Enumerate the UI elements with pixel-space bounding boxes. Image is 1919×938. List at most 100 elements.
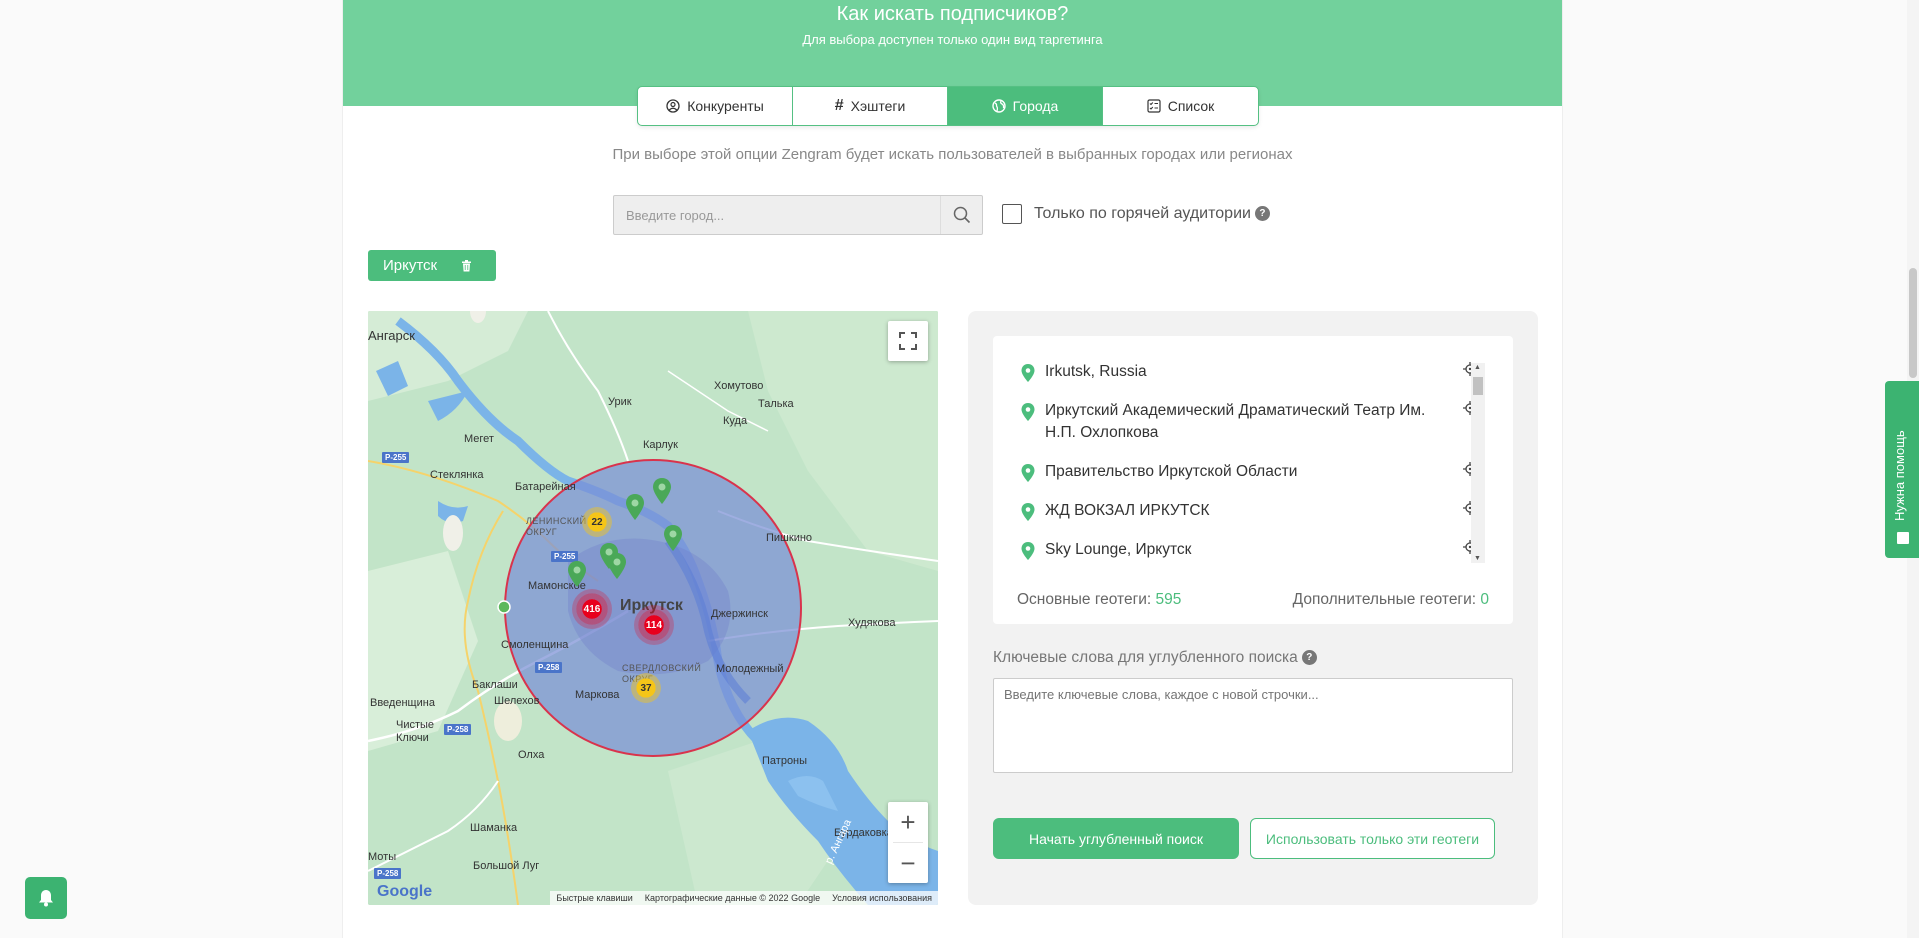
- map-label-baklashi: Баклаши: [472, 679, 518, 691]
- trash-icon[interactable]: [461, 259, 472, 272]
- tab-hashtags[interactable]: # Хэштеги: [793, 87, 948, 125]
- map-label-shelekhov: Шелехов: [494, 695, 540, 707]
- map-label-shamanka: Шаманка: [470, 822, 518, 834]
- map-pin-icon[interactable]: [567, 561, 587, 587]
- list-item[interactable]: Иркутский Академический Драматический Те…: [1013, 400, 1479, 444]
- scroll-down-icon[interactable]: ▼: [1474, 555, 1481, 562]
- place-name: Irkutsk, Russia: [1045, 363, 1147, 380]
- minus-icon: −: [900, 847, 916, 878]
- map-cluster[interactable]: 416: [572, 589, 612, 629]
- map-shortcuts-link[interactable]: Быстрые клавиши: [556, 893, 632, 903]
- map-pin-icon[interactable]: [625, 494, 645, 520]
- map-attribution: Быстрые клавиши Картографические данные …: [550, 891, 938, 905]
- places-list[interactable]: Irkutsk, Russia Иркутский Академический …: [1013, 361, 1479, 566]
- place-name: Иркутский Академический Драматический Те…: [1045, 402, 1426, 441]
- help-question-icon[interactable]: ?: [1301, 650, 1317, 666]
- map-label-patrony: Патроны: [762, 755, 808, 767]
- deep-search-button[interactable]: Начать углубленный поиск: [993, 818, 1239, 859]
- tab-list[interactable]: Список: [1103, 87, 1258, 125]
- map-label-talka: Талька: [758, 398, 794, 410]
- map-pin-icon[interactable]: [663, 525, 683, 551]
- tab-cities[interactable]: Города: [948, 87, 1103, 125]
- zoom-in-button[interactable]: +: [888, 802, 928, 842]
- banner-subtitle: Для выбора доступен только один вид тарг…: [802, 32, 1103, 47]
- map[interactable]: Ангарск Урик Хомутово Талька Куда Карлук…: [368, 311, 938, 905]
- fullscreen-icon: [899, 332, 917, 350]
- fullscreen-button[interactable]: [888, 321, 928, 361]
- map-label-urik: Урик: [608, 396, 632, 408]
- map-terms-link[interactable]: Условия использования: [832, 893, 932, 903]
- keywords-label: Ключевые слова для углубленного поиска?: [993, 649, 1317, 667]
- location-pin-icon: [1021, 403, 1035, 421]
- main-geotags-count: 595: [1155, 591, 1182, 608]
- extra-geotags-label: Дополнительные геотеги:: [1292, 591, 1477, 608]
- list-item[interactable]: Irkutsk, Russia: [1013, 361, 1479, 383]
- page-scrollbar-thumb[interactable]: [1909, 268, 1917, 378]
- map-label-pishkino: Пишкино: [766, 532, 813, 544]
- city-search-input[interactable]: [614, 196, 940, 234]
- map-label-olkha: Олха: [518, 749, 545, 761]
- tab-label: Хэштеги: [850, 98, 906, 114]
- map-label-kuda: Куда: [723, 415, 748, 427]
- plus-icon: +: [900, 806, 916, 837]
- road-shield: P-258: [535, 662, 563, 673]
- use-only-geotags-button[interactable]: Использовать только эти геотеги: [1250, 818, 1495, 859]
- location-pin-icon: [1021, 464, 1035, 482]
- place-name: Правительство Иркутской Области: [1045, 463, 1298, 480]
- places-scrollbar[interactable]: ▲ ▼: [1471, 363, 1485, 563]
- location-pin-icon: [1021, 364, 1035, 382]
- geotags-panel: Irkutsk, Russia Иркутский Академический …: [968, 311, 1538, 905]
- road-shield: P-258: [374, 868, 402, 879]
- keywords-input[interactable]: [993, 678, 1513, 773]
- zoom-out-button[interactable]: −: [888, 843, 928, 883]
- map-label-khudyakova: Худякова: [848, 617, 896, 629]
- map-label-angarsk: Ангарск: [368, 328, 415, 343]
- hot-audience-label: Только по горячей аудитории?: [1034, 205, 1270, 223]
- map-label-leninsky: ЛЕНИНСКИЙ ОКРУГ: [526, 516, 587, 537]
- notifications-button[interactable]: [25, 877, 67, 919]
- selected-city-label: Иркутск: [383, 257, 438, 274]
- list-item[interactable]: Правительство Иркутской Области: [1013, 461, 1479, 483]
- map-data-credit: Картографические данные © 2022 Google: [644, 893, 821, 903]
- help-widget-label: Нужна помощь: [1892, 430, 1907, 521]
- road-shield: P-255: [382, 452, 410, 463]
- help-widget-tab[interactable]: Нужна помощь: [1885, 381, 1919, 558]
- map-label-meget: Мегет: [464, 433, 494, 445]
- map-label-bolshoy-lug: Большой Луг: [473, 860, 540, 872]
- chevron-icon: [1897, 532, 1909, 544]
- tab-label: Конкуренты: [687, 98, 764, 114]
- map-pin-icon[interactable]: [652, 478, 672, 504]
- geotag-stats: Основные геотеги: 595 Дополнительные гео…: [1017, 591, 1489, 609]
- map-cluster[interactable]: 37: [631, 673, 661, 703]
- map-label-smolenshchina: Смоленщина: [501, 639, 569, 651]
- main-geotags-label: Основные геотеги:: [1017, 591, 1152, 608]
- location-pin-icon: [1021, 542, 1035, 560]
- scrollbar-thumb[interactable]: [1473, 377, 1483, 395]
- tab-competitors[interactable]: Конкуренты: [638, 87, 793, 125]
- map-cluster[interactable]: 114: [634, 605, 674, 645]
- keywords-label-text: Ключевые слова для углубленного поиска: [993, 649, 1298, 666]
- main-geotags: Основные геотеги: 595: [1017, 591, 1181, 609]
- help-question-icon[interactable]: ?: [1254, 206, 1270, 222]
- road-shield: P-258: [444, 724, 472, 735]
- map-label-markova: Маркова: [575, 689, 620, 701]
- targeting-card: Как искать подписчиков? Для выбора досту…: [342, 0, 1563, 938]
- scroll-up-icon[interactable]: ▲: [1474, 364, 1481, 371]
- map-label-vvedenshchina: Введенщина: [370, 697, 435, 709]
- map-cluster[interactable]: 22: [582, 507, 612, 537]
- hot-audience-option: Только по горячей аудитории?: [1002, 204, 1270, 224]
- list-item[interactable]: ЖД ВОКЗАЛ ИРКУТСК: [1013, 500, 1479, 522]
- extra-geotags-count: 0: [1480, 591, 1489, 608]
- selected-city-chip: Иркутск: [368, 250, 496, 281]
- bell-icon: [39, 890, 53, 907]
- hot-audience-checkbox[interactable]: [1002, 204, 1022, 224]
- extra-geotags: Дополнительные геотеги: 0: [1293, 591, 1489, 609]
- map-pin-icon[interactable]: [607, 553, 627, 579]
- map-label-karluk: Карлук: [643, 439, 678, 451]
- globe-icon: [991, 99, 1006, 113]
- zoom-controls: + −: [888, 802, 928, 883]
- checklist-icon: [1147, 99, 1161, 113]
- map-label-molodezhny: Молодежный: [716, 663, 784, 675]
- list-item[interactable]: Sky Lounge, Иркутск: [1013, 539, 1479, 561]
- city-search-button[interactable]: [940, 196, 982, 234]
